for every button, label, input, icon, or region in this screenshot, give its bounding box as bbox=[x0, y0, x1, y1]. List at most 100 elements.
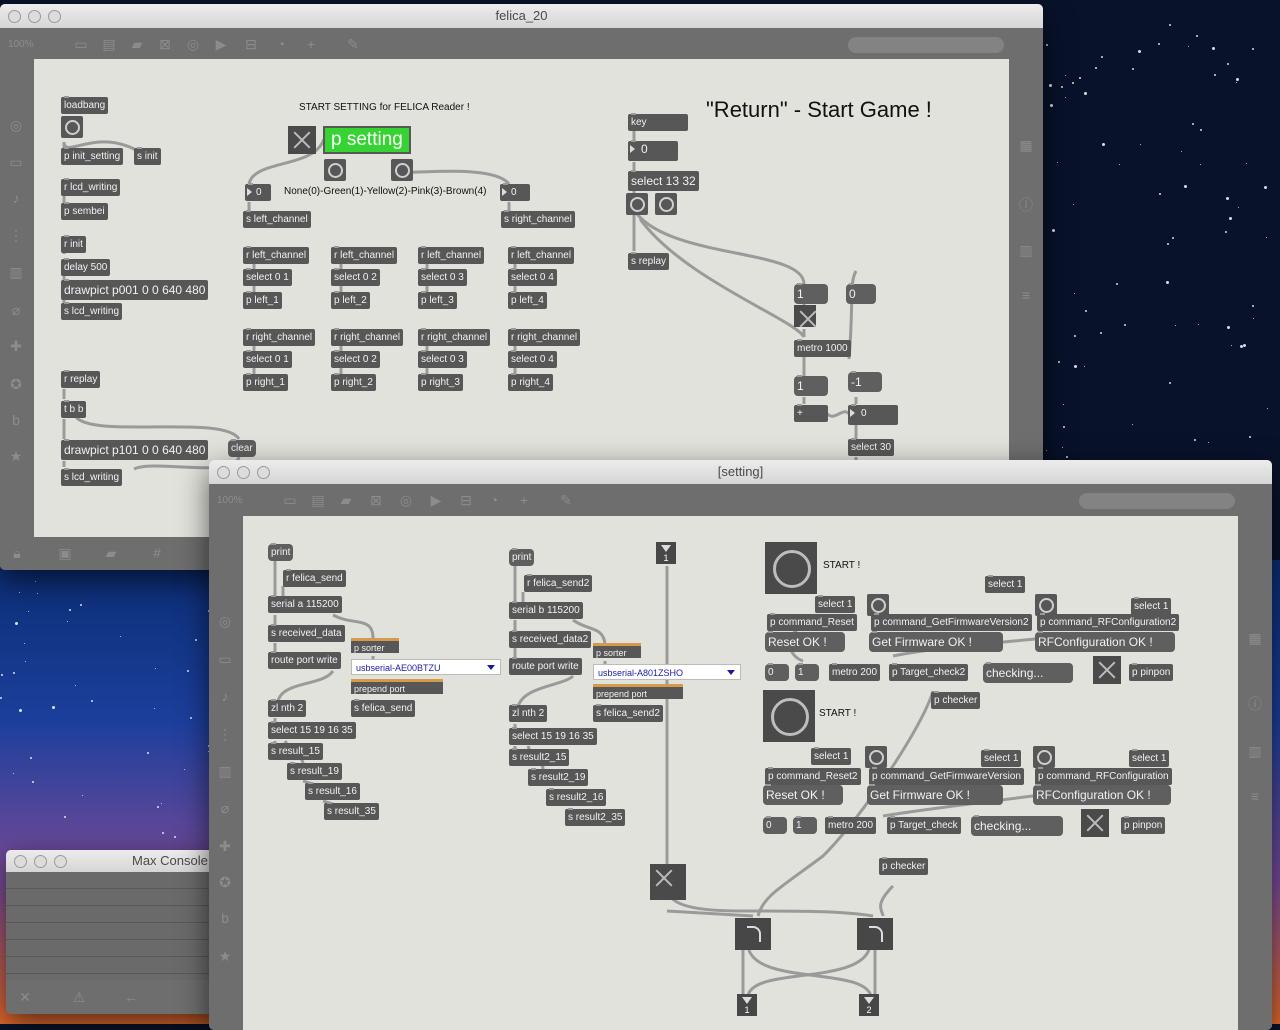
start-1-bang[interactable] bbox=[765, 542, 817, 594]
rf-1-bang[interactable] bbox=[1035, 594, 1057, 616]
gate-1-icon[interactable] bbox=[735, 918, 771, 950]
s-result-16-object[interactable]: s result_16 bbox=[305, 782, 360, 800]
checker-2-object[interactable]: p checker bbox=[879, 857, 929, 875]
checking-2-message[interactable]: checking... bbox=[971, 815, 1063, 836]
console-zoom-button[interactable] bbox=[54, 855, 67, 868]
command-reset2-object[interactable]: p command_Reset2 bbox=[765, 767, 861, 785]
setting-compass-icon[interactable]: ✪ bbox=[218, 875, 232, 889]
setting-search-input[interactable] bbox=[1079, 493, 1235, 509]
msg-minus1[interactable]: -1 bbox=[848, 371, 882, 392]
s-result-35-object[interactable]: s result_35 bbox=[324, 802, 379, 820]
right-select-3[interactable]: select 0 3 bbox=[418, 350, 467, 368]
right-subpatch-2[interactable]: p right_2 bbox=[331, 373, 376, 391]
grid-icon[interactable]: ⊟ bbox=[244, 37, 258, 51]
prepend-port-b-object[interactable]: prepend port bbox=[593, 684, 683, 699]
outlet-2[interactable]: 2 bbox=[859, 994, 879, 1016]
setting-play-icon[interactable]: ▶ bbox=[429, 493, 443, 507]
left-receive-4[interactable]: r left_channel bbox=[508, 246, 575, 264]
target-check2-object[interactable]: p Target_check2 bbox=[889, 663, 969, 681]
command-getfirmware2-object[interactable]: p command_GetFirmwareVersion2 bbox=[871, 613, 1032, 631]
setting-dial-icon[interactable]: ◔ bbox=[487, 493, 501, 507]
select-1-b-object[interactable]: select 1 bbox=[985, 575, 1026, 593]
chart-icon[interactable]: ▥ bbox=[9, 265, 23, 279]
serial-b-object[interactable]: serial b 115200 bbox=[509, 601, 583, 619]
warning-icon[interactable]: ⚠ bbox=[72, 990, 86, 1004]
fw-2-bang[interactable] bbox=[865, 746, 887, 768]
s-lcd-writing-object[interactable]: s lcd_writing bbox=[61, 302, 123, 320]
setting-lock-icon[interactable]: ▭ bbox=[283, 493, 297, 507]
rf-ok-1-message[interactable]: RFConfiguration OK ! bbox=[1035, 631, 1175, 652]
route-toggle[interactable] bbox=[650, 864, 686, 900]
key-number-box[interactable]: 0 bbox=[628, 140, 678, 161]
right-select-1[interactable]: select 0 1 bbox=[243, 350, 292, 368]
setting-zoom-level[interactable]: 100% bbox=[217, 495, 243, 506]
right-setting-bang[interactable] bbox=[391, 159, 413, 181]
play-icon[interactable]: ▶ bbox=[214, 37, 228, 51]
route-port-write-b-object[interactable]: route port write bbox=[509, 657, 582, 675]
metro-200-block2[interactable]: metro 200 bbox=[825, 816, 877, 834]
setting-bang-icon[interactable]: ◎ bbox=[399, 493, 413, 507]
metro-200-block1[interactable]: metro 200 bbox=[829, 663, 881, 681]
select-2-a-object[interactable]: select 1 bbox=[811, 747, 852, 765]
setting-frame-icon[interactable]: ▭ bbox=[218, 652, 232, 666]
zl-nth-b-object[interactable]: zl nth 2 bbox=[509, 704, 548, 722]
metro-1000-object[interactable]: metro 1000 bbox=[794, 339, 851, 357]
music-icon[interactable]: ♪ bbox=[9, 191, 23, 205]
add-icon[interactable]: + bbox=[304, 37, 318, 51]
port-a-menu[interactable]: usbserial-AE00BTZU bbox=[351, 659, 501, 675]
msg-0-block2[interactable]: 0 bbox=[763, 816, 787, 834]
left-setting-bang[interactable] bbox=[324, 159, 346, 181]
left-receive-2[interactable]: r left_channel bbox=[331, 246, 398, 264]
s-result2-19-object[interactable]: s result2_19 bbox=[528, 768, 589, 786]
return-bang[interactable] bbox=[626, 193, 648, 215]
left-receive-1[interactable]: r left_channel bbox=[243, 246, 310, 264]
console-close-button[interactable] bbox=[14, 855, 27, 868]
s-received-data-object[interactable]: s received_data bbox=[268, 624, 345, 642]
p-setting-button[interactable]: p setting bbox=[323, 126, 411, 154]
setting-inspector-icon[interactable]: ▦ bbox=[1248, 631, 1262, 645]
metro-toggle[interactable] bbox=[794, 305, 816, 327]
s-lcd-writing-2-object[interactable]: s lcd_writing bbox=[61, 468, 123, 486]
s-result-19-object[interactable]: s result_19 bbox=[287, 762, 342, 780]
inlet-1[interactable]: 1 bbox=[656, 542, 676, 564]
setting-paint-icon[interactable]: ✎ bbox=[559, 493, 573, 507]
pinpon-1-toggle[interactable] bbox=[1093, 656, 1121, 684]
paint-icon[interactable]: ✎ bbox=[346, 37, 360, 51]
drawpict-p101-object[interactable]: drawpict p101 0 0 640 480 bbox=[61, 439, 209, 460]
print-a-message[interactable]: print bbox=[268, 543, 294, 561]
setting-tree-icon[interactable]: ⋮ bbox=[218, 727, 232, 741]
setting-clip-icon[interactable]: ⌀ bbox=[218, 801, 232, 815]
msg-1[interactable]: 1 bbox=[794, 283, 828, 304]
loadbang-object[interactable]: loadbang bbox=[61, 96, 109, 114]
grid-bottom-icon[interactable]: # bbox=[150, 546, 164, 560]
comment-icon[interactable]: ▰ bbox=[130, 37, 144, 51]
bang-icon[interactable]: ◎ bbox=[186, 37, 200, 51]
key-object[interactable]: key bbox=[628, 113, 688, 131]
setting-info-icon[interactable]: ⓘ bbox=[1248, 697, 1262, 711]
console-titlebar[interactable]: Max Console bbox=[6, 850, 226, 873]
pinpon-2-toggle[interactable] bbox=[1081, 809, 1109, 837]
s-init-object[interactable]: s init bbox=[134, 147, 161, 165]
init-setting-object[interactable]: p init_setting bbox=[61, 147, 124, 165]
outlet-1[interactable]: 1 bbox=[737, 994, 757, 1016]
info-b-icon[interactable]: b bbox=[9, 413, 23, 427]
setting-puzzle-icon[interactable]: ✚ bbox=[218, 839, 232, 853]
pinpon-2-object[interactable]: p pinpon bbox=[1121, 816, 1166, 834]
console-minimize-button[interactable] bbox=[34, 855, 47, 868]
list-icon[interactable]: ≡ bbox=[1019, 288, 1033, 302]
right-receive-3[interactable]: r right_channel bbox=[418, 328, 491, 346]
compass-icon[interactable]: ✪ bbox=[9, 377, 23, 391]
presentation-icon[interactable]: ▣ bbox=[58, 546, 72, 560]
lock-icon[interactable]: ▭ bbox=[74, 37, 88, 51]
reset-ok-2-message[interactable]: Reset OK ! bbox=[763, 784, 843, 805]
drawpict-p001-object[interactable]: drawpict p001 0 0 640 480 bbox=[61, 279, 209, 300]
right-receive-1[interactable]: r right_channel bbox=[243, 328, 316, 346]
msg-1-block1[interactable]: 1 bbox=[795, 663, 819, 681]
msg-0-block1[interactable]: 0 bbox=[765, 663, 789, 681]
plus-object[interactable]: + bbox=[794, 404, 828, 422]
back-arrow-icon[interactable]: ← bbox=[124, 990, 138, 1004]
tbb-object[interactable]: t b b bbox=[61, 400, 87, 418]
zoom-window-button[interactable] bbox=[48, 10, 61, 23]
right-select-2[interactable]: select 0 2 bbox=[331, 350, 380, 368]
select-13-32-object[interactable]: select 13 32 bbox=[628, 170, 699, 191]
